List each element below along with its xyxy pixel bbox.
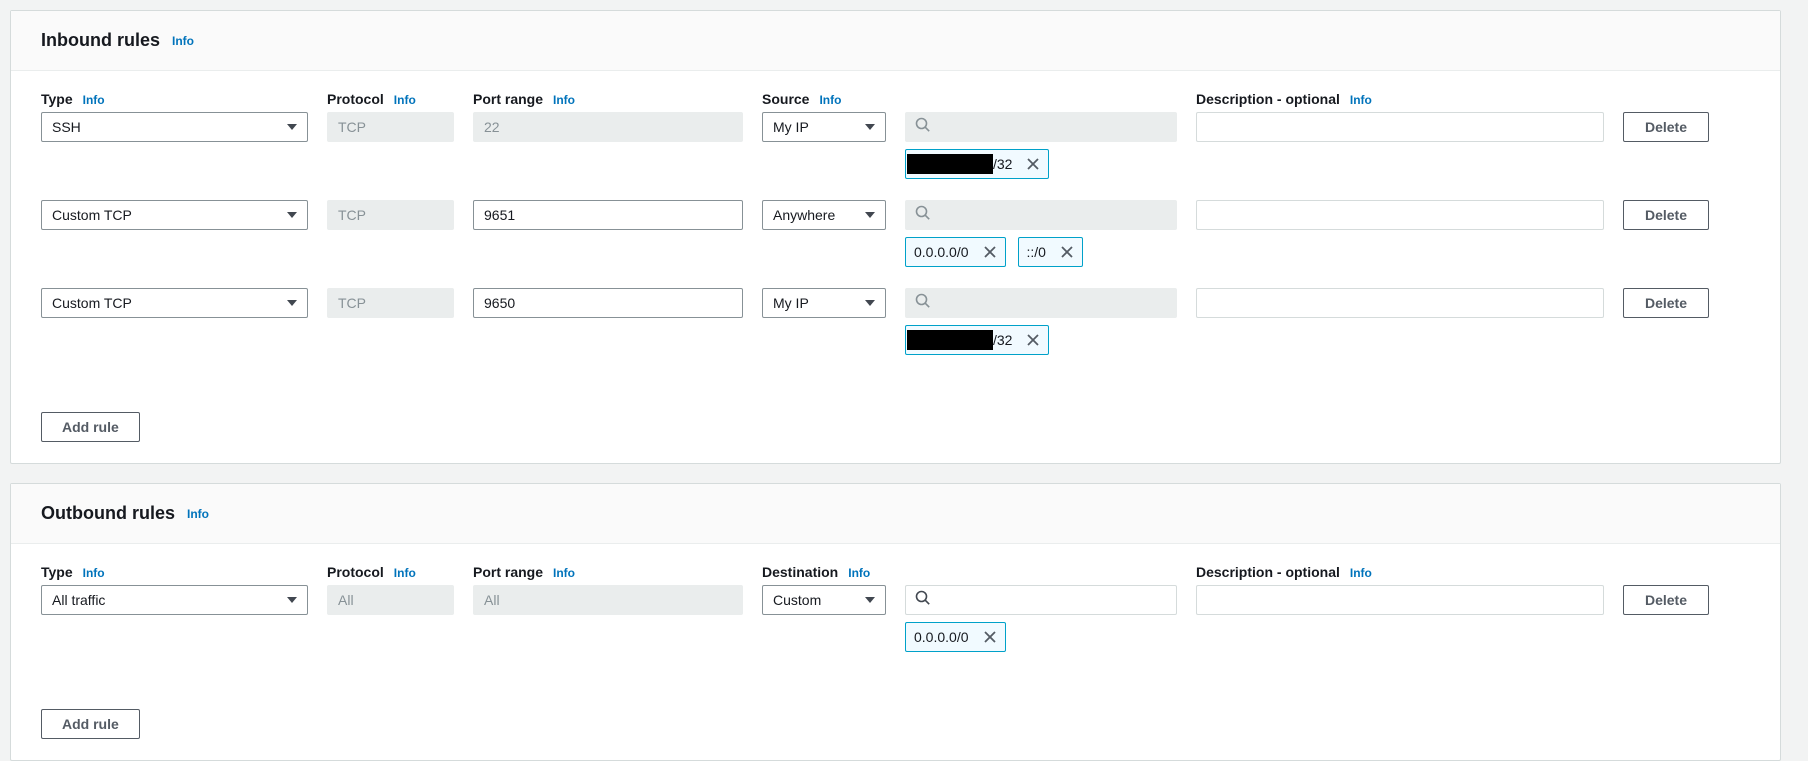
search-icon: [915, 205, 931, 226]
add-rule-button[interactable]: Add rule: [41, 412, 140, 442]
chevron-down-icon: [287, 124, 297, 130]
protocol-field: [327, 200, 454, 230]
outbound-column-labels: TypeInfo ProtocolInfo Port rangeInfo Des…: [41, 564, 1750, 582]
cidr-chip: ::/0: [1018, 237, 1083, 267]
remove-chip-button[interactable]: [1026, 157, 1040, 171]
protocol-field: [327, 585, 454, 615]
port-range-input[interactable]: [473, 288, 743, 318]
port-range-field: [473, 112, 743, 142]
destination-chips: 0.0.0.0/0: [905, 622, 1709, 652]
type-column-label: TypeInfo: [41, 564, 308, 582]
chevron-down-icon: [865, 300, 875, 306]
description-column-label: Description - optionalInfo: [1196, 564, 1604, 582]
delete-rule-button[interactable]: Delete: [1623, 200, 1709, 230]
chevron-down-icon: [287, 212, 297, 218]
delete-rule-button[interactable]: Delete: [1623, 112, 1709, 142]
outbound-rules-panel: Outbound rules Info TypeInfo ProtocolInf…: [10, 483, 1781, 761]
remove-chip-button[interactable]: [1026, 333, 1040, 347]
description-info-link[interactable]: Info: [1350, 566, 1372, 580]
description-info-link[interactable]: Info: [1350, 93, 1372, 107]
search-icon: [915, 590, 931, 611]
port-range-column-label: Port rangeInfo: [473, 564, 743, 582]
protocol-column-label: ProtocolInfo: [327, 564, 454, 582]
description-input[interactable]: [1196, 200, 1604, 230]
inbound-column-labels: TypeInfo ProtocolInfo Port rangeInfo Sou…: [41, 91, 1750, 109]
type-info-link[interactable]: Info: [83, 93, 105, 107]
source-cidr-search: [905, 200, 1177, 230]
port-range-info-link[interactable]: Info: [553, 93, 575, 107]
chevron-down-icon: [865, 124, 875, 130]
outbound-rule-row: All traffic Custom Delete 0.0.0.0/0: [41, 585, 1750, 652]
source-chips: /32: [905, 325, 1709, 355]
chevron-down-icon: [287, 300, 297, 306]
chevron-down-icon: [865, 212, 875, 218]
inbound-rule-row: Custom TCP My IP Delete /32: [41, 288, 1750, 355]
cidr-chip: 0.0.0.0/0: [905, 237, 1006, 267]
type-select[interactable]: Custom TCP: [41, 288, 308, 318]
add-rule-button[interactable]: Add rule: [41, 709, 140, 739]
type-info-link[interactable]: Info: [83, 566, 105, 580]
port-range-input[interactable]: [473, 200, 743, 230]
source-select[interactable]: Anywhere: [762, 200, 886, 230]
outbound-rules-header: Outbound rules Info: [11, 484, 1780, 544]
destination-column-label: DestinationInfo: [762, 564, 886, 582]
source-chips: 0.0.0.0/0 ::/0: [905, 237, 1709, 267]
type-select[interactable]: SSH: [41, 112, 308, 142]
description-input[interactable]: [1196, 585, 1604, 615]
port-range-field: [473, 585, 743, 615]
inbound-rules-title: Inbound rules: [41, 30, 160, 51]
remove-chip-button[interactable]: [1060, 245, 1074, 259]
protocol-column-label: ProtocolInfo: [327, 91, 454, 109]
description-input[interactable]: [1196, 112, 1604, 142]
inbound-rules-body: TypeInfo ProtocolInfo Port rangeInfo Sou…: [11, 71, 1780, 463]
cidr-chip: /32: [905, 325, 1049, 355]
inbound-rule-row: SSH My IP Delete /32: [41, 112, 1750, 179]
destination-cidr-search[interactable]: [905, 585, 1177, 615]
source-select[interactable]: My IP: [762, 288, 886, 318]
inbound-rules-header: Inbound rules Info: [11, 11, 1780, 71]
description-column-label: Description - optionalInfo: [1196, 91, 1604, 109]
outbound-rules-info-link[interactable]: Info: [187, 507, 209, 521]
cidr-chip: /32: [905, 149, 1049, 179]
port-range-column-label: Port rangeInfo: [473, 91, 743, 109]
description-input[interactable]: [1196, 288, 1604, 318]
source-chips: /32: [905, 149, 1709, 179]
type-column-label: TypeInfo: [41, 91, 308, 109]
source-cidr-search: [905, 288, 1177, 318]
source-select[interactable]: My IP: [762, 112, 886, 142]
destination-info-link[interactable]: Info: [848, 566, 870, 580]
outbound-rules-body: TypeInfo ProtocolInfo Port rangeInfo Des…: [11, 544, 1780, 760]
inbound-rule-row: Custom TCP Anywhere Delete 0.0.0.0/0: [41, 200, 1750, 267]
protocol-info-link[interactable]: Info: [394, 566, 416, 580]
redacted-ip-block: [907, 330, 993, 350]
delete-rule-button[interactable]: Delete: [1623, 585, 1709, 615]
search-icon: [915, 117, 931, 138]
protocol-field: [327, 112, 454, 142]
inbound-rules-info-link[interactable]: Info: [172, 34, 194, 48]
source-column-label: SourceInfo: [762, 91, 886, 109]
remove-chip-button[interactable]: [983, 245, 997, 259]
source-info-link[interactable]: Info: [819, 93, 841, 107]
remove-chip-button[interactable]: [983, 630, 997, 644]
protocol-field: [327, 288, 454, 318]
port-range-info-link[interactable]: Info: [553, 566, 575, 580]
delete-rule-button[interactable]: Delete: [1623, 288, 1709, 318]
chevron-down-icon: [287, 597, 297, 603]
source-cidr-search: [905, 112, 1177, 142]
cidr-chip: 0.0.0.0/0: [905, 622, 1006, 652]
redacted-ip-block: [907, 154, 993, 174]
chevron-down-icon: [865, 597, 875, 603]
inbound-rules-panel: Inbound rules Info TypeInfo ProtocolInfo…: [10, 10, 1781, 464]
outbound-rules-title: Outbound rules: [41, 503, 175, 524]
destination-select[interactable]: Custom: [762, 585, 886, 615]
protocol-info-link[interactable]: Info: [394, 93, 416, 107]
search-icon: [915, 293, 931, 314]
type-select[interactable]: All traffic: [41, 585, 308, 615]
type-select[interactable]: Custom TCP: [41, 200, 308, 230]
